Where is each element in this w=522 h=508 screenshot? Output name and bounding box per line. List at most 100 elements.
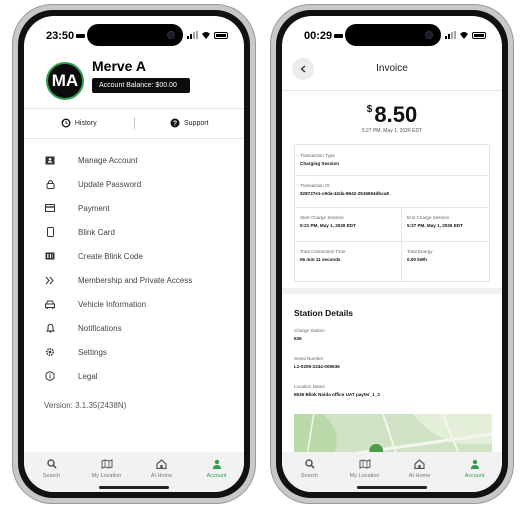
search-icon — [304, 458, 315, 470]
phone-left: 23:50 MA Merve A Account Balance: $00.00… — [12, 4, 256, 504]
divider — [401, 241, 402, 282]
tab-account[interactable]: Account — [189, 458, 244, 492]
history-label: History — [74, 119, 97, 127]
menu-item-payment[interactable]: Payment — [44, 196, 234, 220]
tab-label: Search — [42, 473, 61, 479]
station-details-title: Station Details — [294, 308, 354, 318]
phone-bezel: 23:50 MA Merve A Account Balance: $00.00… — [18, 10, 250, 498]
profile-header: MA Merve A Account Balance: $00.00 — [38, 56, 234, 102]
support-button[interactable]: ? Support — [135, 118, 245, 128]
invoice-amount: $8.50 — [282, 102, 502, 128]
field-label: Serial Number — [294, 356, 324, 361]
field-label: End Charge Session — [407, 215, 450, 220]
divider — [24, 108, 244, 109]
field-label: Total Connection Time — [300, 249, 346, 254]
system-icons — [445, 31, 486, 39]
id-card-icon — [44, 154, 56, 166]
wifi-icon — [460, 32, 468, 39]
field-value: 536 — [294, 336, 302, 341]
field-label: Charge Station — [294, 328, 325, 333]
menu-item-vehicle-information[interactable]: Vehicle Information — [44, 292, 234, 316]
map-icon — [359, 458, 371, 470]
credit-card-icon — [44, 202, 56, 214]
total-energy: Total Energy 0.00 kWh — [407, 249, 433, 262]
search-icon — [46, 458, 57, 470]
home-indicator — [99, 486, 169, 489]
menu-item-label: Create Blink Code — [78, 251, 143, 261]
field-label: Transaction Type — [300, 153, 335, 158]
transaction-details-card: Transaction Type Charging Session Transa… — [294, 144, 490, 282]
location-name: Location Name 5536 Blink Noida office UA… — [294, 384, 380, 397]
dynamic-island — [345, 24, 441, 46]
tab-label: Account — [206, 473, 227, 479]
barcode-icon — [44, 250, 56, 262]
status-time: 23:50 — [46, 30, 86, 42]
tab-label: Search — [300, 473, 319, 479]
field-label: Location Name — [294, 384, 325, 389]
divider — [24, 138, 244, 139]
home-icon — [414, 458, 425, 470]
home-icon — [156, 458, 167, 470]
menu-item-blink-card[interactable]: Blink Card — [44, 220, 234, 244]
page-title: Invoice — [376, 63, 408, 74]
divider — [295, 175, 489, 176]
account-menu: Manage Account Update Password Payment B… — [44, 148, 234, 388]
bell-icon — [44, 322, 56, 334]
end-charge-session: End Charge Session 5:27 PM, May 1, 2026 … — [407, 215, 463, 228]
status-bar: 23:50 — [24, 16, 244, 50]
phone-right: 00:29 Invoice $8.50 5:27 PM, May 1, 2026… — [270, 4, 514, 504]
profile-name: Merve A — [92, 58, 146, 74]
transaction-id: Transaction ID 928727e1-c9da-42da-8942-2… — [300, 183, 389, 196]
dynamic-island — [87, 24, 183, 46]
menu-item-notifications[interactable]: Notifications — [44, 316, 234, 340]
menu-item-legal[interactable]: Legal — [44, 364, 234, 388]
help-icon: ? — [170, 118, 180, 128]
history-button[interactable]: History — [24, 118, 134, 128]
card-icon — [44, 226, 56, 238]
status-time: 00:29 — [304, 30, 344, 42]
phone-bezel: 00:29 Invoice $8.50 5:27 PM, May 1, 2026… — [276, 10, 508, 498]
tab-label: Account — [464, 473, 485, 479]
avatar[interactable]: MA — [46, 62, 84, 100]
tab-label: My Location — [91, 473, 122, 479]
menu-item-settings[interactable]: Settings — [44, 340, 234, 364]
divider — [401, 207, 402, 241]
field-label: Start Charge Session — [300, 215, 344, 220]
map-icon — [101, 458, 113, 470]
field-value: 928727e1-c9da-42da-8942-2515694dbca8 — [300, 191, 389, 196]
info-icon — [44, 370, 56, 382]
wifi-icon — [202, 32, 210, 39]
divider — [295, 207, 489, 208]
signal-icon — [445, 31, 456, 39]
app-version: Version: 3.1.35(2438N) — [44, 401, 127, 410]
lock-icon — [44, 178, 56, 190]
menu-item-label: Vehicle Information — [78, 299, 147, 309]
tab-label: My Location — [349, 473, 380, 479]
field-value: 5:21 PM, May 1, 2026 EDT — [300, 223, 356, 228]
double-chevron-icon — [44, 274, 56, 286]
menu-item-update-password[interactable]: Update Password — [44, 172, 234, 196]
menu-item-membership[interactable]: Membership and Private Access — [44, 268, 234, 292]
menu-item-create-blink-code[interactable]: Create Blink Code — [44, 244, 234, 268]
menu-item-label: Membership and Private Access — [78, 275, 193, 285]
field-label: Transaction ID — [300, 183, 330, 188]
field-value: Charging Session — [300, 161, 340, 166]
gear-icon — [44, 346, 56, 358]
field-value: 06 min 11 seconds — [300, 257, 341, 262]
history-icon — [61, 118, 71, 128]
field-value: 5536 Blink Noida office UAT payter_1_2 — [294, 392, 380, 397]
menu-item-label: Update Password — [78, 179, 142, 189]
tab-search[interactable]: Search — [282, 458, 337, 492]
tab-account[interactable]: Account — [447, 458, 502, 492]
quick-actions: History ? Support — [24, 110, 244, 136]
transaction-type: Transaction Type Charging Session — [300, 153, 339, 166]
menu-item-manage-account[interactable]: Manage Account — [44, 148, 234, 172]
tab-search[interactable]: Search — [24, 458, 79, 492]
menu-item-label: Notifications — [78, 323, 122, 333]
svg-text:?: ? — [173, 121, 177, 128]
divider — [282, 90, 502, 91]
car-icon — [44, 298, 56, 310]
serial-number: Serial Number L1-0205-2244-005536 — [294, 356, 340, 369]
status-bar: 00:29 — [282, 16, 502, 50]
divider — [295, 241, 489, 242]
